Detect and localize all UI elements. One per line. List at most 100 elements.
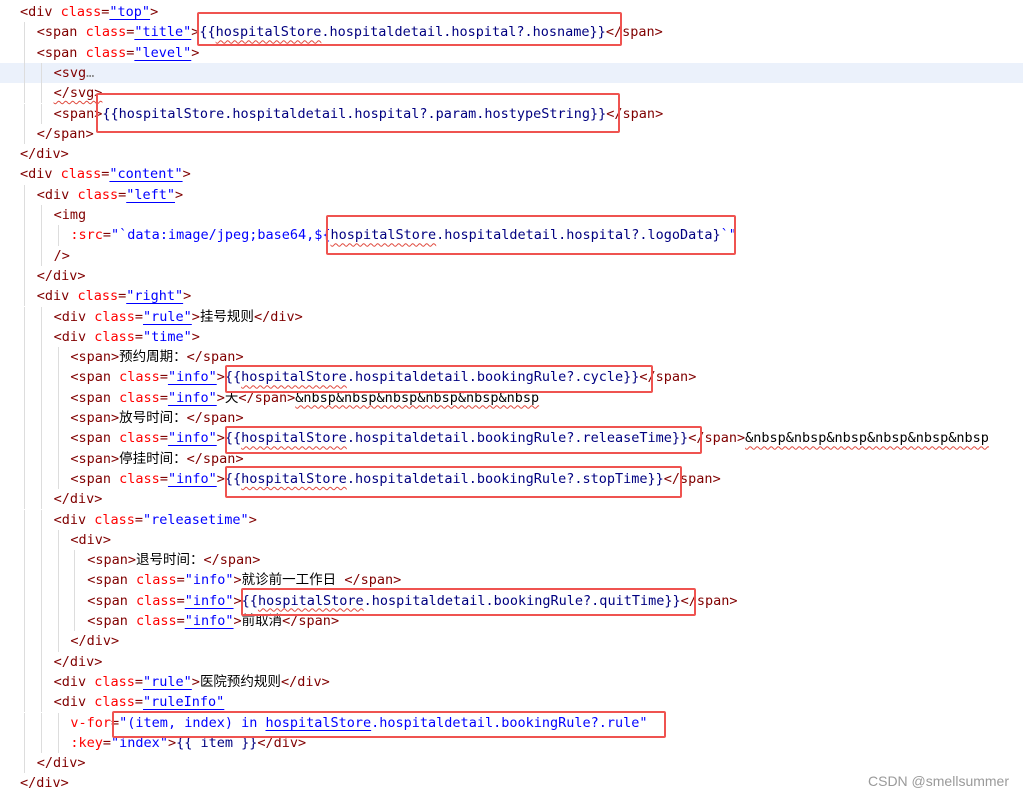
indent-guide <box>40 225 42 246</box>
code-line[interactable]: :key="index">{{ item }}</div> <box>0 732 1023 754</box>
code-line[interactable]: </div> <box>0 265 1023 287</box>
indent-guide <box>40 651 42 672</box>
code-token: <svg <box>53 64 87 81</box>
code-line[interactable]: /> <box>0 245 1023 266</box>
code-token: <span <box>87 592 136 609</box>
code-line[interactable]: <span class="title">{{hospitalStore.hosp… <box>0 22 1023 43</box>
code-line[interactable]: <span>放号时间：</span> <box>0 408 1023 429</box>
code-line[interactable]: <span class="info">天</span>&nbsp&nbsp&nb… <box>0 387 1023 408</box>
code-token: <div <box>36 186 78 203</box>
code-token: <span> <box>70 410 120 426</box>
code-token: <div <box>20 4 61 20</box>
code-line[interactable]: <span class="info">{{hospitalStore.hospi… <box>0 590 1023 611</box>
code-line[interactable]: <span>预约周期：</span> <box>0 347 1023 368</box>
indent-guide <box>74 570 76 591</box>
code-line[interactable]: <div class="left"> <box>0 184 1023 205</box>
code-line[interactable]: <span class="level"> <box>0 42 1023 63</box>
code-token: hospitalStore <box>257 592 364 609</box>
code-token: > <box>175 186 184 203</box>
code-text: <span class="level"> <box>37 43 200 63</box>
code-token: hospitalStore <box>241 470 347 487</box>
code-token: </div> <box>253 308 303 325</box>
code-token: = <box>102 734 112 751</box>
code-line[interactable]: <span class="info">{{hospitalStore.hospi… <box>0 428 1023 449</box>
code-text: <span class="info">{{hospitalStore.hospi… <box>70 367 696 387</box>
code-token: <div <box>53 511 95 528</box>
code-line[interactable]: <svg… <box>0 62 1023 84</box>
code-token: = <box>176 613 185 629</box>
code-token: </span> <box>238 389 296 406</box>
code-token: .hospitaldetail.bookingRule?.rule" <box>371 714 648 731</box>
indent-guide <box>57 387 59 408</box>
code-line[interactable]: <div class="time"> <box>0 326 1023 348</box>
code-text: <div class="time"> <box>54 327 200 347</box>
code-token: "index" <box>111 734 168 751</box>
code-token: > <box>183 288 192 305</box>
code-line[interactable]: </div> <box>0 489 1023 510</box>
indent-guide <box>40 590 42 611</box>
code-token: 退号时间： <box>135 552 204 569</box>
code-token: {{ <box>224 470 242 487</box>
code-text: </div> <box>54 652 103 672</box>
code-line[interactable]: <div class="ruleInfo" <box>0 692 1023 713</box>
code-token: = <box>111 714 120 731</box>
code-line[interactable]: <span>退号时间：</span> <box>0 550 1023 571</box>
code-line[interactable]: <div class="content"> <box>0 164 1023 184</box>
code-line[interactable]: <span>停挂时间：</span> <box>0 448 1023 469</box>
code-token: <span> <box>87 552 136 569</box>
code-line[interactable]: <div class="rule">挂号规则</div> <box>0 306 1023 327</box>
indent-guide <box>40 529 42 551</box>
code-line[interactable]: <span class="info">{{hospitalStore.hospi… <box>0 468 1023 490</box>
indent-guide <box>57 408 59 429</box>
code-line[interactable]: <div class="top"> <box>0 2 1023 22</box>
code-line[interactable]: <span class="info">{{hospitalStore.hospi… <box>0 367 1023 388</box>
code-token: {{hospitalStore.hospitaldetail.hospital?… <box>102 105 607 122</box>
indent-guide <box>57 468 59 490</box>
code-token: :key <box>70 734 103 751</box>
indent-guide <box>24 225 25 246</box>
code-token: {{ <box>224 369 242 386</box>
code-line[interactable]: </svg> <box>0 83 1023 104</box>
indent-guide <box>24 184 25 205</box>
indent-guide <box>40 103 42 124</box>
code-token: "(item, index) in <box>119 714 266 731</box>
code-token: </span> <box>203 552 261 569</box>
code-line[interactable]: <div class="releasetime"> <box>0 509 1023 530</box>
code-token: "info" <box>167 369 217 386</box>
indent-guide <box>40 468 42 490</box>
code-token: {{ <box>199 24 216 41</box>
code-token: :src <box>70 227 103 244</box>
indent-guide <box>57 570 59 591</box>
code-line[interactable]: <span>{{hospitalStore.hospitaldetail.hos… <box>0 103 1023 124</box>
indent-guide <box>24 265 25 287</box>
code-token: <div <box>53 308 95 325</box>
indent-guide <box>57 367 59 388</box>
indent-guide <box>40 570 42 591</box>
code-line[interactable]: </div> <box>0 651 1023 672</box>
code-text: <span class="info">就诊前一工作日 </span> <box>87 570 401 590</box>
indent-guide <box>40 83 42 104</box>
code-token: class <box>119 470 160 487</box>
code-line[interactable]: </div> <box>0 631 1023 652</box>
code-line[interactable]: <div> <box>0 529 1023 551</box>
code-text: </div> <box>37 266 86 286</box>
code-line[interactable]: </div> <box>0 144 1023 164</box>
code-line[interactable]: </span> <box>0 123 1023 145</box>
code-line[interactable]: v-for="(item, index) in hospitalStore.ho… <box>0 712 1023 733</box>
code-text: <span class="info">{{hospitalStore.hospi… <box>70 428 989 448</box>
code-editor[interactable]: <div class="top"> <span class="title">{{h… <box>0 0 1023 797</box>
code-line[interactable]: <span class="info">就诊前一工作日 </span> <box>0 570 1023 591</box>
code-line[interactable]: :src="`data:image/jpeg;base64,${hospital… <box>0 225 1023 246</box>
code-line[interactable]: <img <box>0 205 1023 226</box>
code-line[interactable]: <span class="info">前取消</span> <box>0 611 1023 632</box>
indent-guide <box>57 712 59 733</box>
code-line[interactable]: <div class="right"> <box>0 286 1023 307</box>
indent-guide <box>40 347 42 368</box>
code-token: class <box>77 186 119 203</box>
code-line[interactable]: <div class="rule">医院预约规则</div> <box>0 671 1023 693</box>
indent-guide <box>24 103 25 124</box>
code-token: > <box>191 673 200 690</box>
code-text: </div> <box>20 144 69 164</box>
code-token: 挂号规则 <box>199 308 254 325</box>
code-line[interactable]: </div> <box>0 753 1023 774</box>
